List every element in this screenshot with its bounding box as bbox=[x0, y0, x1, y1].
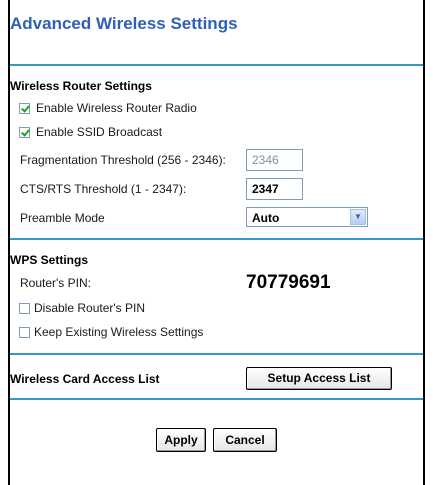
enable-ssid-label: Enable SSID Broadcast bbox=[36, 125, 163, 139]
fragmentation-input[interactable]: 2346 bbox=[246, 149, 303, 171]
title-separator bbox=[10, 64, 423, 66]
enable-radio-checkbox[interactable] bbox=[19, 103, 30, 114]
chevron-down-icon[interactable]: ▼ bbox=[350, 209, 366, 225]
cancel-button[interactable]: Cancel bbox=[213, 428, 277, 452]
router-pin-label: Router's PIN: bbox=[20, 276, 91, 290]
setup-access-list-button[interactable]: Setup Access List bbox=[246, 367, 392, 390]
wps-settings-title: WPS Settings bbox=[10, 253, 89, 267]
disable-pin-label: Disable Router's PIN bbox=[34, 301, 145, 315]
preamble-value: Auto bbox=[252, 211, 280, 225]
preamble-label: Preamble Mode bbox=[20, 211, 105, 225]
advanced-wireless-settings-panel: Advanced Wireless Settings Wireless Rout… bbox=[10, 0, 423, 485]
enable-ssid-checkbox[interactable] bbox=[19, 127, 30, 138]
fragmentation-label: Fragmentation Threshold (256 - 2346): bbox=[20, 153, 226, 167]
left-frame-border bbox=[0, 0, 10, 485]
access-list-separator bbox=[10, 398, 423, 400]
keep-existing-checkbox[interactable] bbox=[19, 327, 30, 338]
wireless-router-settings-title: Wireless Router Settings bbox=[10, 79, 152, 93]
access-list-title: Wireless Card Access List bbox=[10, 372, 160, 386]
cts-rts-input[interactable]: 2347 bbox=[246, 178, 303, 200]
router-settings-separator bbox=[10, 238, 423, 240]
wps-separator bbox=[10, 353, 423, 355]
router-pin-value: 70779691 bbox=[246, 272, 331, 293]
apply-button[interactable]: Apply bbox=[156, 428, 206, 452]
cts-rts-label: CTS/RTS Threshold (1 - 2347): bbox=[20, 182, 187, 196]
enable-radio-label: Enable Wireless Router Radio bbox=[36, 101, 197, 115]
page-title: Advanced Wireless Settings bbox=[10, 14, 238, 33]
right-frame-border bbox=[423, 0, 425, 485]
keep-existing-label: Keep Existing Wireless Settings bbox=[34, 325, 204, 339]
preamble-select[interactable]: Auto ▼ bbox=[246, 207, 368, 227]
disable-pin-checkbox[interactable] bbox=[19, 303, 30, 314]
